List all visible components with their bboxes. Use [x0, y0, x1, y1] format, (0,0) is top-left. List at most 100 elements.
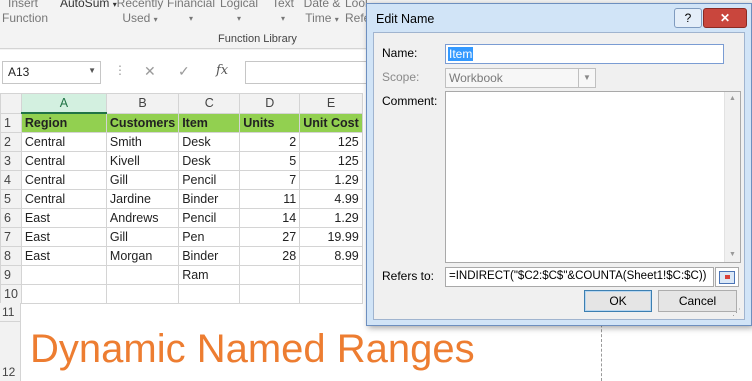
column-header-b[interactable]: B	[105, 93, 180, 114]
cell[interactable]: 28	[239, 246, 301, 266]
date-time-button[interactable]: Date & Time ▾	[302, 0, 342, 27]
more-options-icon[interactable]: ⋮	[114, 63, 126, 77]
cell[interactable]: 8.99	[299, 246, 363, 266]
cell[interactable]: 125	[299, 151, 363, 171]
row-header[interactable]: 1	[0, 112, 22, 133]
cell[interactable]: Central	[20, 170, 107, 190]
scroll-up-icon[interactable]: ▲	[725, 92, 740, 106]
header-cell[interactable]: Units	[239, 112, 301, 133]
cell[interactable]: 2	[239, 132, 301, 152]
cell[interactable]: East	[20, 246, 107, 266]
row-header[interactable]: 12	[0, 322, 21, 381]
comment-scrollbar[interactable]: ▲ ▼	[724, 92, 740, 262]
cell[interactable]: Morgan	[105, 246, 180, 266]
logical-button[interactable]: Logical ▾	[218, 0, 260, 26]
cell[interactable]: 1.29	[299, 170, 363, 190]
row-header[interactable]: 8	[0, 246, 22, 266]
recently-used-label: Recently	[116, 0, 164, 10]
cell[interactable]: Desk	[178, 151, 241, 171]
cell[interactable]: Binder	[178, 189, 241, 209]
cell[interactable]: Gill	[105, 227, 180, 247]
lookup-label: Lookup &	[345, 0, 367, 10]
name-input[interactable]: Item	[445, 44, 724, 64]
cell[interactable]: Binder	[178, 246, 241, 266]
cell[interactable]: Central	[20, 151, 107, 171]
recently-used-button[interactable]: Recently Used ▾	[116, 0, 164, 27]
cell[interactable]: 7	[239, 170, 301, 190]
text-button[interactable]: Text ▾	[266, 0, 300, 26]
help-button[interactable]: ?	[674, 8, 702, 28]
cell[interactable]: 11	[239, 189, 301, 209]
scope-select[interactable]: Workbook ▼	[445, 68, 596, 88]
header-cell[interactable]: Unit Cost	[299, 112, 363, 133]
close-button[interactable]: ✕	[703, 8, 747, 28]
cell[interactable]	[239, 284, 301, 304]
cell[interactable]	[299, 265, 363, 285]
row-header[interactable]: 7	[0, 227, 22, 247]
cell[interactable]: Pencil	[178, 170, 241, 190]
cancel-button[interactable]: Cancel	[658, 290, 737, 312]
column-header-e[interactable]: E	[299, 93, 363, 114]
cell[interactable]	[239, 265, 301, 285]
select-all-corner[interactable]	[0, 93, 22, 114]
row-header[interactable]: 4	[0, 170, 22, 190]
financial-button[interactable]: Financial ▾	[166, 0, 216, 26]
refers-to-input[interactable]: =INDIRECT("$C2:$C$"&COUNTA(Sheet1!$C:$C)…	[445, 267, 714, 287]
row-header[interactable]: 9	[0, 265, 22, 285]
cell[interactable]: Central	[20, 132, 107, 152]
name-box[interactable]: A13 ▼	[2, 61, 101, 84]
cell[interactable]: Jardine	[105, 189, 180, 209]
collapse-dialog-button[interactable]	[715, 267, 739, 287]
row-header[interactable]: 10	[0, 284, 22, 304]
insert-function-icon[interactable]: fx	[216, 63, 228, 78]
cell[interactable]	[20, 284, 107, 304]
formula-input[interactable]	[245, 61, 371, 84]
row-header[interactable]: 11	[0, 303, 21, 322]
cell[interactable]: Ram	[178, 265, 241, 285]
cell[interactable]: Kivell	[105, 151, 180, 171]
insert-function-button[interactable]: Insert Function	[2, 0, 48, 26]
cell[interactable]: 1.29	[299, 208, 363, 228]
cell[interactable]: 5	[239, 151, 301, 171]
cell[interactable]: Desk	[178, 132, 241, 152]
cell[interactable]: 27	[239, 227, 301, 247]
cell[interactable]: Smith	[105, 132, 180, 152]
cell[interactable]: 4.99	[299, 189, 363, 209]
resize-grip-icon[interactable]: ⋰	[732, 307, 742, 317]
ok-button[interactable]: OK	[584, 290, 652, 312]
confirm-entry-icon[interactable]: ✓	[178, 63, 190, 80]
column-header-c[interactable]: C	[178, 93, 241, 114]
chevron-down-icon[interactable]: ▼	[88, 66, 96, 75]
cell[interactable]	[105, 284, 180, 304]
column-header-d[interactable]: D	[239, 93, 301, 114]
cell[interactable]: Central	[20, 189, 107, 209]
chevron-down-icon[interactable]: ▼	[578, 69, 595, 87]
cell[interactable]	[178, 284, 241, 304]
header-cell[interactable]: Region	[20, 112, 107, 133]
cancel-entry-icon[interactable]: ✕	[144, 63, 156, 80]
cell[interactable]: East	[20, 208, 107, 228]
cell[interactable]: 19.99	[299, 227, 363, 247]
comment-textarea[interactable]: ▲ ▼	[445, 91, 741, 263]
row-header[interactable]: 3	[0, 151, 22, 171]
cell[interactable]: Gill	[105, 170, 180, 190]
cell[interactable]: East	[20, 227, 107, 247]
scope-label: Scope:	[382, 70, 420, 84]
cell[interactable]: Pen	[178, 227, 241, 247]
cell[interactable]: Andrews	[105, 208, 180, 228]
cell[interactable]: 125	[299, 132, 363, 152]
row-header[interactable]: 6	[0, 208, 22, 228]
lookup-reference-button[interactable]: Lookup & Refe	[345, 0, 367, 26]
header-cell[interactable]: Customers	[105, 112, 180, 133]
cell[interactable]	[105, 265, 180, 285]
row-header[interactable]: 5	[0, 189, 22, 209]
cell[interactable]	[299, 284, 363, 304]
autosum-button[interactable]: AutoSum ▾	[60, 0, 117, 12]
column-header-a[interactable]: A	[20, 93, 107, 114]
cell[interactable]: Pencil	[178, 208, 241, 228]
header-cell[interactable]: Item	[178, 112, 241, 133]
row-header[interactable]: 2	[0, 132, 22, 152]
scroll-down-icon[interactable]: ▼	[725, 248, 740, 262]
cell[interactable]	[20, 265, 107, 285]
cell[interactable]: 14	[239, 208, 301, 228]
